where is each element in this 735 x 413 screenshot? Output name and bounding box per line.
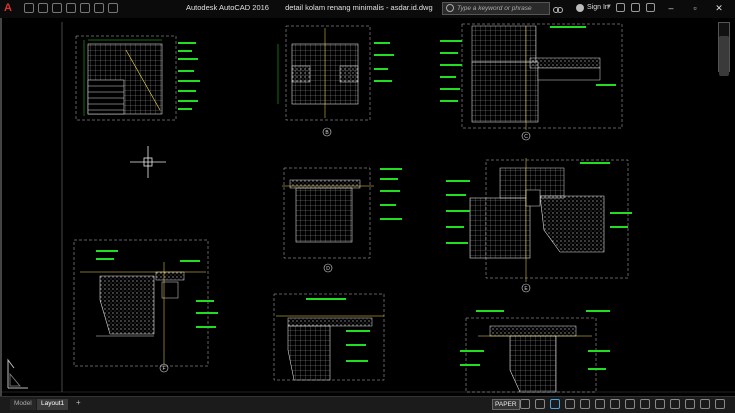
detail-b: B	[277, 25, 394, 137]
window-title: Autodesk AutoCAD 2016 detail kolam renan…	[186, 3, 433, 12]
new-icon[interactable]	[24, 3, 34, 13]
detail-e: E	[446, 158, 632, 293]
user-icon	[576, 4, 584, 12]
drawing-canvas[interactable]: B C D E F	[0, 18, 735, 396]
hardware-acceleration-icon[interactable]	[700, 399, 710, 409]
detail-c: C	[440, 23, 623, 141]
open-icon[interactable]	[38, 3, 48, 13]
minimize-icon[interactable]: –	[664, 3, 678, 13]
detail-a	[75, 35, 200, 121]
paper-space-toggle[interactable]: PAPER	[492, 399, 520, 410]
a360-icon[interactable]	[631, 3, 640, 12]
quick-access-toolbar	[24, 3, 118, 15]
print-icon[interactable]	[80, 3, 90, 13]
lineweight-icon[interactable]	[610, 399, 620, 409]
maximize-icon[interactable]: ▫	[688, 3, 702, 13]
workspace-gear-icon[interactable]	[655, 399, 665, 409]
crosshair-cursor	[130, 146, 166, 178]
section-label: C	[524, 134, 528, 140]
search-icon	[446, 4, 454, 12]
section-label: E	[524, 286, 528, 292]
tab-layout1[interactable]: Layout1	[37, 399, 69, 410]
redo-icon[interactable]	[108, 3, 118, 13]
document-name: detail kolam renang minimalis - asdar.id…	[285, 3, 433, 12]
exchange-icon[interactable]	[616, 3, 625, 12]
undo-icon[interactable]	[94, 3, 104, 13]
osnap-icon[interactable]	[580, 399, 590, 409]
status-bar-tools	[520, 399, 725, 409]
add-layout-button[interactable]: +	[72, 397, 85, 408]
section-label: B	[325, 130, 329, 136]
binoculars-icon[interactable]	[553, 4, 563, 14]
section-label: D	[326, 266, 330, 272]
ucs-icon	[7, 358, 28, 389]
lock-icon[interactable]	[670, 399, 680, 409]
section-label: F	[162, 366, 165, 372]
detail-g	[273, 293, 385, 381]
annotation-scale-icon[interactable]	[640, 399, 650, 409]
ortho-icon[interactable]	[550, 399, 560, 409]
otrack-icon[interactable]	[595, 399, 605, 409]
detail-h	[460, 310, 610, 393]
customization-menu-icon[interactable]	[715, 399, 725, 409]
save-as-icon[interactable]	[66, 3, 76, 13]
chevron-down-icon[interactable]: ▼	[606, 4, 612, 10]
transparency-icon[interactable]	[625, 399, 635, 409]
app-name: Autodesk AutoCAD 2016	[186, 3, 269, 12]
snap-icon[interactable]	[535, 399, 545, 409]
search-input[interactable]: Type a keyword or phrase	[442, 2, 550, 15]
tab-model[interactable]: Model	[10, 399, 36, 410]
cad-drawing: B C D E F	[2, 22, 735, 393]
detail-f: F	[73, 239, 218, 373]
application-menu-button[interactable]: A	[4, 2, 20, 16]
header-tools	[616, 3, 655, 12]
sheet-left-border	[0, 18, 2, 396]
help-icon[interactable]	[646, 3, 655, 12]
isolate-icon[interactable]	[685, 399, 695, 409]
detail-d: D	[282, 167, 402, 273]
vertical-scrollbar[interactable]	[719, 36, 729, 76]
close-icon[interactable]: ✕	[712, 3, 726, 14]
save-icon[interactable]	[52, 3, 62, 13]
grid-icon[interactable]	[520, 399, 530, 409]
polar-icon[interactable]	[565, 399, 575, 409]
